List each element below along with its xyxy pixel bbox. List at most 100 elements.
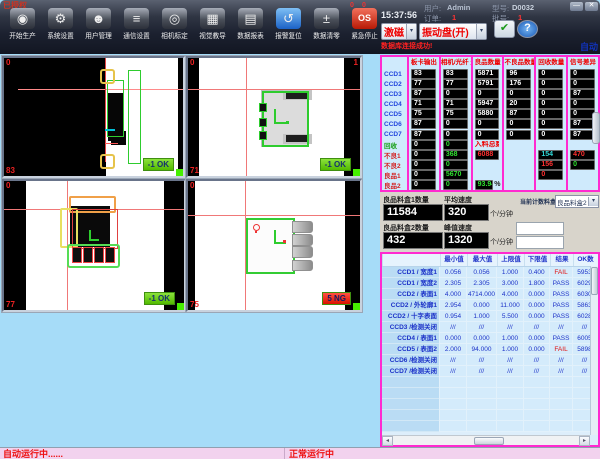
- camera-view-4[interactable]: 0 75 5 NG: [186, 179, 362, 312]
- stat-cell: [536, 180, 566, 190]
- defect-marker-red: [283, 240, 286, 243]
- stat-cell: 0: [536, 79, 566, 89]
- cell-min: 2.954: [439, 300, 466, 311]
- spare-input-field[interactable]: [516, 222, 564, 235]
- stat-cell: 0: [441, 129, 471, 139]
- stat-cell: 0: [409, 150, 439, 160]
- cell-min: ///: [439, 366, 466, 377]
- toolbar-button[interactable]: ↺ 报警复位: [271, 8, 306, 41]
- camera-counter-top: 0: [6, 182, 10, 190]
- spare-input-field[interactable]: [516, 236, 564, 249]
- stat-cell: 176: [504, 79, 534, 89]
- table-row: CCD5 / 表面2 2.000 94.000 1.000 0.000 FAIL…: [382, 344, 598, 355]
- center-mark: [89, 239, 100, 241]
- toolbar-button[interactable]: ◎ 相机标定: [157, 8, 192, 41]
- close-button[interactable]: ✕: [585, 2, 598, 11]
- stat-cell: [504, 170, 534, 180]
- cell-upper: 3.000: [496, 278, 523, 289]
- chevron-down-icon[interactable]: ▾: [406, 24, 416, 39]
- table-row: [382, 377, 598, 388]
- trigger-indicator: [353, 169, 360, 176]
- cell-lower: 0.000: [523, 311, 549, 322]
- minimize-button[interactable]: —: [570, 2, 583, 11]
- toolbar-button-label: 通信设置: [120, 31, 153, 41]
- stat-cell: 0: [504, 119, 534, 129]
- toolbar-button-icon: ±: [314, 8, 339, 29]
- avg-speed-unit: 个/分钟: [490, 209, 513, 219]
- stat-cell: 0: [441, 180, 471, 190]
- panel-scrollbar-thumb[interactable]: [592, 112, 600, 144]
- toolbar-button[interactable]: ▦ 视觉教导: [195, 8, 230, 41]
- stat-cell: [473, 160, 503, 170]
- chevron-down-icon[interactable]: ▾: [476, 24, 486, 39]
- cell-upper: 1.000: [496, 344, 523, 355]
- toolbar-button[interactable]: ☻ 用户管理: [81, 8, 116, 41]
- toolbar-button[interactable]: ⚙ 系统设置: [43, 8, 78, 41]
- stat-cell: 0: [473, 119, 503, 129]
- vibration-dropdown[interactable]: 振动盘(开) ▾: [419, 23, 487, 40]
- contour-outline-red: [72, 209, 117, 248]
- camera-dark-edge: [188, 58, 199, 176]
- cell-result: PASS: [549, 311, 572, 322]
- scrollbar-thumb[interactable]: [474, 437, 504, 445]
- chevron-down-icon[interactable]: ▾: [588, 197, 598, 206]
- roi-rectangle-yellow: [100, 69, 116, 85]
- confirm-button[interactable]: ✔: [494, 20, 515, 38]
- contour-notch: [259, 103, 268, 112]
- toolbar-button[interactable]: ◉ 开始生产: [5, 8, 40, 41]
- main-toolbar: ◉ 开始生产 ⚙ 系统设置 ☻ 用户管理 ≡ 通信设置 ◎ 相机标定 ▦ 视觉教…: [5, 8, 382, 41]
- cell-max: 4714.000: [466, 289, 496, 300]
- stat-column-header: 不良品数量: [504, 57, 534, 69]
- toolbar-button[interactable]: ± 数据清零: [309, 8, 344, 41]
- col-header-min: 最小值: [440, 254, 467, 266]
- vibration-dropdown-value: 振动盘(开): [420, 24, 471, 39]
- stat-cell: 0: [568, 99, 598, 109]
- stat-cell: 75: [441, 109, 471, 119]
- col-header-max: 最大值: [467, 254, 497, 266]
- stat-cell: 0: [536, 129, 566, 139]
- stat-cell: [504, 140, 534, 150]
- measurement-table-header: 最小值 最大值 上限值 下限值 结果 OK数: [382, 254, 598, 267]
- camera-view-2[interactable]: 0 1 71 -1 OK: [186, 56, 362, 178]
- app-window: 已授权 ◉ 开始生产 ⚙ 系统设置 ☻ 用户管理 ≡ 通信设置 ◎ 相机标定 ▦…: [0, 0, 600, 459]
- db-status-message: 数据库连接成功!: [381, 41, 432, 51]
- camera-counter-bottom: 83: [6, 167, 15, 175]
- camera-view-1[interactable]: 0 83 -1 OK: [2, 56, 185, 178]
- excite-dropdown[interactable]: 激磁 ▾: [381, 23, 417, 40]
- row-label: CCD7 /检测关闭: [382, 366, 439, 377]
- stat-cell: 入料总数: [473, 140, 503, 150]
- table-horizontal-scrollbar[interactable]: ◂ ▸: [382, 435, 590, 445]
- cell-max: [466, 399, 496, 410]
- cell-lower: [523, 377, 549, 388]
- stat-cell: 0: [536, 109, 566, 119]
- stat-cell: [504, 150, 534, 160]
- scroll-right-arrow-icon[interactable]: ▸: [579, 436, 590, 446]
- toolbar-button[interactable]: ≡ 通信设置: [119, 8, 154, 41]
- camera-view-3[interactable]: 0 77 -1 OK: [2, 179, 186, 312]
- toolbar-button-icon: ▦: [200, 8, 225, 29]
- stat-cell: 5880: [473, 109, 503, 119]
- roi-rectangle-green: [128, 70, 142, 164]
- stat-cell: 0: [568, 69, 598, 79]
- toolbar-button[interactable]: OS 紧急停止: [347, 8, 382, 41]
- toolbar-button-icon: ◉: [10, 8, 35, 29]
- cell-lower: [523, 399, 549, 410]
- table-row: CCD1 / 宽度2 2.305 2.305 3.000 1.800 PASS …: [382, 278, 598, 289]
- scrollbar-thumb[interactable]: [591, 267, 598, 295]
- cell-lower: ///: [523, 366, 549, 377]
- table-vertical-scrollbar[interactable]: [590, 266, 598, 435]
- table-row: CCD6 /检测关闭 /// /// /// /// /// ///: [382, 355, 598, 366]
- row-label: 良品1: [382, 170, 407, 180]
- cell-upper: [496, 377, 523, 388]
- scroll-left-arrow-icon[interactable]: ◂: [382, 436, 393, 446]
- cell-lower: [523, 388, 549, 399]
- help-button[interactable]: ?: [517, 20, 538, 38]
- measure-line-red: [105, 143, 118, 144]
- current-box-dropdown[interactable]: 良品料盒2 ▾: [555, 195, 599, 208]
- defect-marker-red: [255, 231, 257, 233]
- toolbar-button[interactable]: ▤ 数据报表: [233, 8, 268, 41]
- stat-cell: 20: [504, 99, 534, 109]
- camera-dark-edge: [164, 181, 184, 310]
- camera-dark-edge: [188, 181, 195, 310]
- stat-cell: 0: [473, 129, 503, 139]
